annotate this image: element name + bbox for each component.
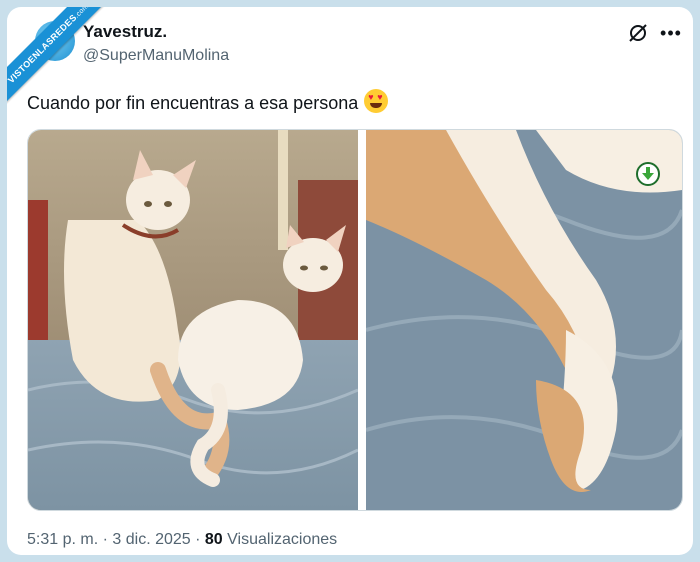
download-icon[interactable] xyxy=(636,162,660,186)
tweet-time[interactable]: 5:31 p. m. xyxy=(27,531,98,548)
photo-cats[interactable] xyxy=(28,130,358,510)
separator: · xyxy=(195,531,201,548)
photo-cats-image xyxy=(28,130,358,510)
media-grid xyxy=(27,129,683,511)
views-label: Visualizaciones xyxy=(227,531,338,548)
photo-tails-image xyxy=(366,130,682,510)
separator: · xyxy=(102,531,108,548)
tweet-card: VISTOENLASREDES.com Yavestruz. @SuperMan… xyxy=(7,7,693,555)
heart-eyes-emoji-icon: ♥ ♥ xyxy=(364,89,389,113)
tweet-footer: 5:31 p. m. · 3 dic. 2025 · 80 Visualizac… xyxy=(27,531,337,549)
tweet-date[interactable]: 3 dic. 2025 xyxy=(112,531,190,548)
watermark-ribbon: VISTOENLASREDES.com xyxy=(7,7,127,127)
watermark-text: VISTOENLASREDES xyxy=(7,12,79,86)
image-divider xyxy=(358,130,366,510)
watermark-suffix: .com xyxy=(73,7,91,20)
watermark-band: VISTOENLASREDES.com xyxy=(7,7,117,112)
grok-icon[interactable] xyxy=(627,22,649,44)
photo-tails[interactable] xyxy=(366,130,682,510)
views-count: 80 xyxy=(204,531,223,548)
more-options-icon[interactable]: ••• xyxy=(659,23,683,43)
